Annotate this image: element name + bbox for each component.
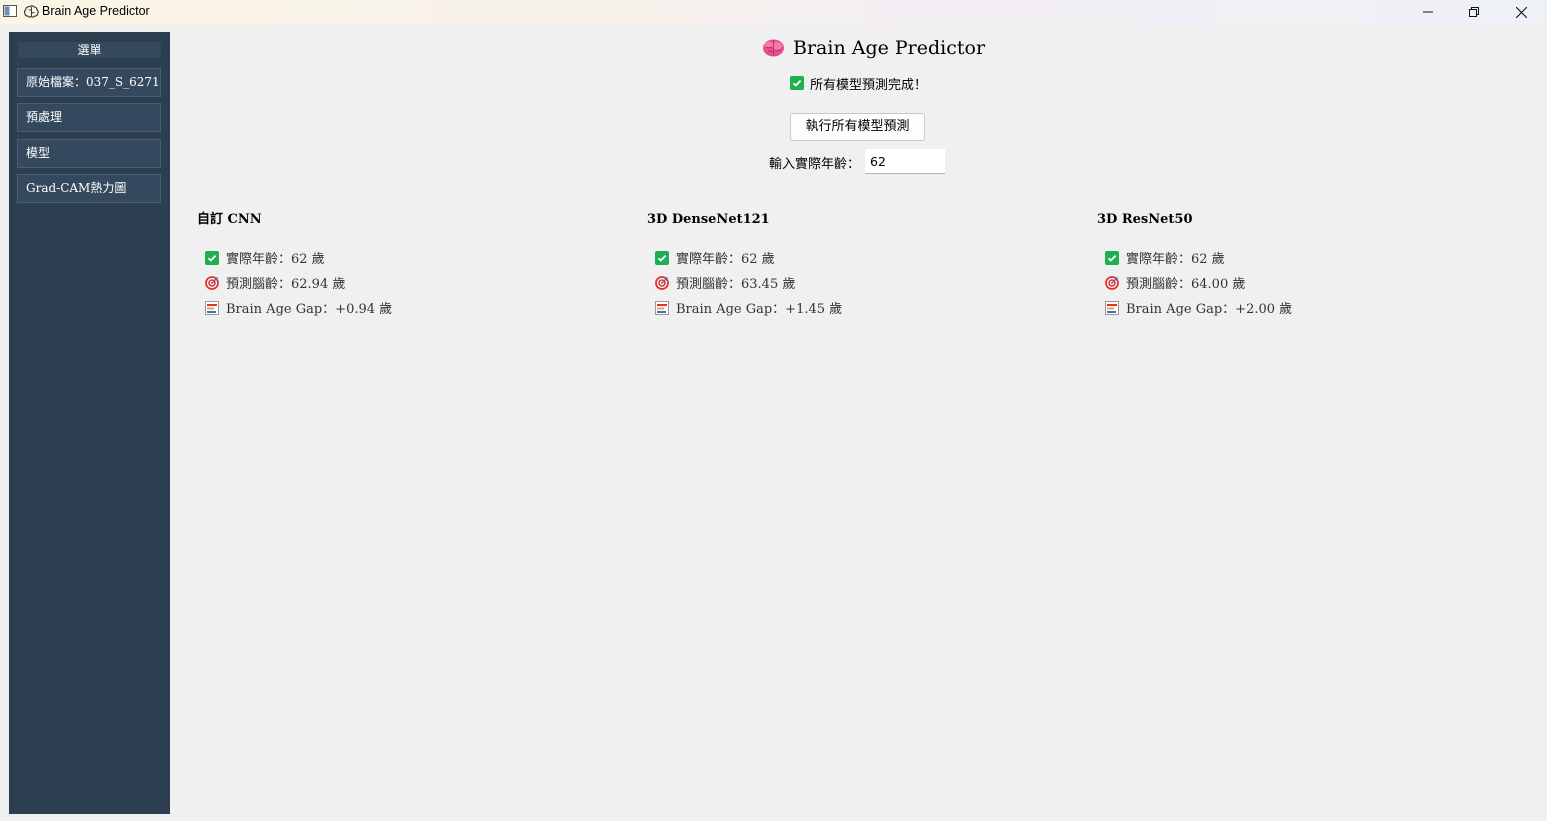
sidebar: 選單 原始檔案：037_S_6271.n 預處理 模型 Grad-CAM熱力圖 bbox=[9, 32, 170, 814]
status-text: 所有模型預測完成！ bbox=[810, 77, 928, 93]
menu-header: 選單 bbox=[18, 42, 161, 58]
sidebar-item-gradcam[interactable]: Grad-CAM熱力圖 bbox=[17, 174, 161, 203]
brain-icon bbox=[24, 5, 39, 18]
brain-icon bbox=[763, 39, 784, 57]
chart-icon bbox=[655, 300, 669, 315]
app-window-icon bbox=[3, 5, 17, 17]
page-title-text: Brain Age Predictor bbox=[793, 37, 986, 59]
sidebar-item-model[interactable]: 模型 bbox=[17, 139, 161, 168]
restore-icon bbox=[1469, 7, 1479, 17]
actual-age-text: 實際年齡：62 歲 bbox=[676, 252, 775, 267]
actual-age-input[interactable] bbox=[865, 149, 945, 174]
page-title: Brain Age Predictor bbox=[762, 36, 985, 60]
age-gap-text: Brain Age Gap：+2.00 歲 bbox=[1126, 302, 1293, 317]
age-gap-row: Brain Age Gap：+0.94 歲 bbox=[205, 298, 392, 317]
window-title: Brain Age Predictor bbox=[42, 4, 150, 18]
actual-age-row: 實際年齡：62 歲 bbox=[655, 248, 775, 267]
actual-age-text: 實際年齡：62 歲 bbox=[1126, 252, 1225, 267]
model-title: 3D DenseNet121 bbox=[647, 212, 770, 227]
age-gap-row: Brain Age Gap：+1.45 歲 bbox=[655, 298, 842, 317]
actual-age-row: 實際年齡：62 歲 bbox=[205, 248, 325, 267]
minimize-button[interactable] bbox=[1405, 0, 1451, 24]
age-gap-text: Brain Age Gap：+1.45 歲 bbox=[676, 302, 843, 317]
age-gap-text: Brain Age Gap：+0.94 歲 bbox=[226, 302, 393, 317]
predicted-age-text: 預測腦齡：64.00 歲 bbox=[1126, 277, 1246, 292]
target-icon bbox=[1105, 275, 1119, 290]
model-title: 3D ResNet50 bbox=[1097, 212, 1193, 227]
sidebar-item-original-file[interactable]: 原始檔案：037_S_6271.n bbox=[17, 68, 161, 97]
title-bar: Brain Age Predictor bbox=[0, 0, 1547, 24]
model-panel-resnet50: 3D ResNet50 實際年齡：62 歲 預測腦齡：64.00 歲 Brain… bbox=[1097, 210, 1497, 330]
status-message: 所有模型預測完成！ bbox=[790, 74, 928, 93]
age-input-label: 輸入實際年齡： bbox=[769, 157, 861, 172]
close-icon bbox=[1515, 6, 1527, 18]
restore-button[interactable] bbox=[1451, 0, 1497, 24]
model-title: 自訂 CNN bbox=[197, 212, 262, 227]
close-button[interactable] bbox=[1498, 0, 1544, 24]
target-icon bbox=[655, 275, 669, 290]
predicted-age-row: 預測腦齡：63.45 歲 bbox=[655, 273, 795, 292]
predicted-age-row: 預測腦齡：64.00 歲 bbox=[1105, 273, 1245, 292]
model-panel-custom-cnn: 自訂 CNN 實際年齡：62 歲 預測腦齡：62.94 歲 Brain Age … bbox=[197, 210, 597, 330]
sidebar-item-preprocess[interactable]: 預處理 bbox=[17, 103, 161, 132]
predicted-age-text: 預測腦齡：62.94 歲 bbox=[226, 277, 346, 292]
minimize-icon bbox=[1423, 11, 1433, 13]
predicted-age-text: 預測腦齡：63.45 歲 bbox=[676, 277, 796, 292]
model-panel-densenet121: 3D DenseNet121 實際年齡：62 歲 預測腦齡：63.45 歲 Br… bbox=[647, 210, 1047, 330]
age-gap-row: Brain Age Gap：+2.00 歲 bbox=[1105, 298, 1292, 317]
chart-icon bbox=[205, 300, 219, 315]
actual-age-row: 實際年齡：62 歲 bbox=[1105, 248, 1225, 267]
check-icon bbox=[205, 250, 219, 265]
run-all-models-button[interactable]: 執行所有模型預測 bbox=[790, 113, 925, 141]
check-icon bbox=[790, 76, 804, 90]
chart-icon bbox=[1105, 300, 1119, 315]
predicted-age-row: 預測腦齡：62.94 歲 bbox=[205, 273, 345, 292]
check-icon bbox=[655, 250, 669, 265]
target-icon bbox=[205, 275, 219, 290]
check-icon bbox=[1105, 250, 1119, 265]
actual-age-text: 實際年齡：62 歲 bbox=[226, 252, 325, 267]
